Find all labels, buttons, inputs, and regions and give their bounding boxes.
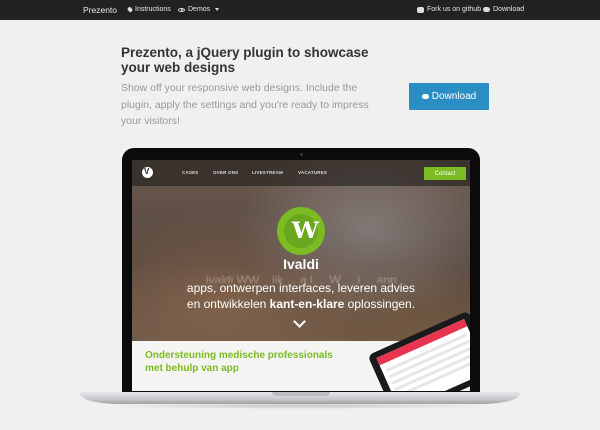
nav-demos-label: Demos: [188, 6, 211, 13]
laptop-notch: [272, 392, 330, 396]
ivaldi-logo-icon[interactable]: [142, 167, 153, 178]
nav-download[interactable]: Download: [483, 6, 524, 13]
tagline-bold: kant-en-klare: [269, 297, 345, 311]
cloud-download-icon: [483, 7, 490, 12]
hero-title: Prezento, a jQuery plugin to showcase yo…: [121, 45, 369, 75]
pin-icon: [126, 6, 134, 13]
download-button-label: Download: [431, 91, 477, 102]
tagline-suffix: oplossingen.: [344, 297, 416, 311]
screen-navbar: CASES OVER ONS LIVESTREAM VACATURES Cont…: [132, 160, 470, 186]
tagline-prefix: en ontwikkelen: [186, 297, 270, 311]
laptop-shadow: [100, 403, 500, 409]
laptop-screen: CASES OVER ONS LIVESTREAM VACATURES Cont…: [132, 160, 470, 391]
screen-tagline-line2: en ontwikkelen kant-en-klare oplossingen…: [132, 297, 470, 311]
screen-nav-over-ons[interactable]: OVER ONS: [213, 170, 238, 175]
ivaldi-badge-logo: W: [277, 207, 325, 255]
laptop-camera: [300, 153, 303, 156]
screen-nav-vacatures[interactable]: VACATURES: [298, 170, 327, 175]
cloud-download-icon: [421, 94, 429, 99]
nav-download-label: Download: [493, 6, 525, 13]
nav-instructions-label: Instructions: [135, 6, 171, 13]
top-navbar: Prezento Instructions Demos Fork us on g…: [0, 0, 600, 20]
hero-subtitle: Show off your responsive web designs. In…: [121, 82, 369, 127]
brand-link[interactable]: Prezento: [83, 5, 117, 15]
ivaldi-mark-icon: W: [291, 218, 319, 244]
laptop-mockup: CASES OVER ONS LIVESTREAM VACATURES Cont…: [122, 148, 480, 395]
screen-contact-button[interactable]: Contact: [424, 167, 466, 180]
nav-demos-dropdown[interactable]: Demos: [178, 6, 220, 13]
screen-bottom-heading: Ondersteuning medische professionals met…: [145, 350, 333, 374]
screen-nav-livestream[interactable]: LIVESTREAM: [252, 170, 283, 175]
nav-github-label: Fork us on github: [427, 6, 482, 13]
nav-instructions[interactable]: Instructions: [126, 6, 171, 13]
nav-github[interactable]: Fork us on github: [417, 6, 481, 13]
eye-icon: [178, 7, 185, 12]
github-icon: [417, 6, 424, 13]
download-button[interactable]: Download: [409, 83, 489, 110]
screen-company-name: Ivaldi: [283, 256, 319, 272]
screen-nav-cases[interactable]: CASES: [182, 170, 199, 175]
caret-down-icon: [215, 8, 220, 11]
screen-tagline-line1: apps, ontwerpen interfaces, leveren advi…: [186, 281, 416, 295]
